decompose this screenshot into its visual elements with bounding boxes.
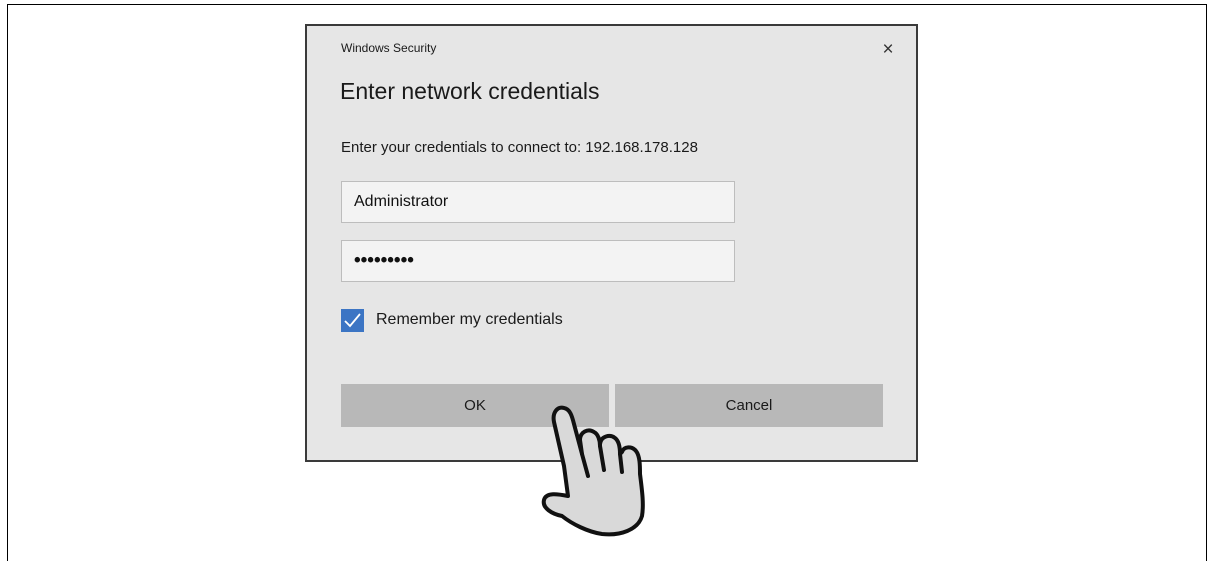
username-field[interactable]: Administrator (341, 181, 735, 223)
dialog-title: Enter network credentials (340, 78, 600, 104)
remember-label: Remember my credentials (376, 311, 563, 328)
close-icon[interactable]: × (873, 36, 903, 64)
dialog-message: Enter your credentials to connect to: 19… (341, 139, 698, 156)
remember-checkbox[interactable] (341, 309, 364, 332)
pointing-hand-icon (541, 405, 645, 537)
password-field[interactable]: ••••••••• (341, 240, 735, 282)
dialog-caption: Windows Security (341, 41, 437, 55)
checkmark-icon (344, 313, 361, 328)
